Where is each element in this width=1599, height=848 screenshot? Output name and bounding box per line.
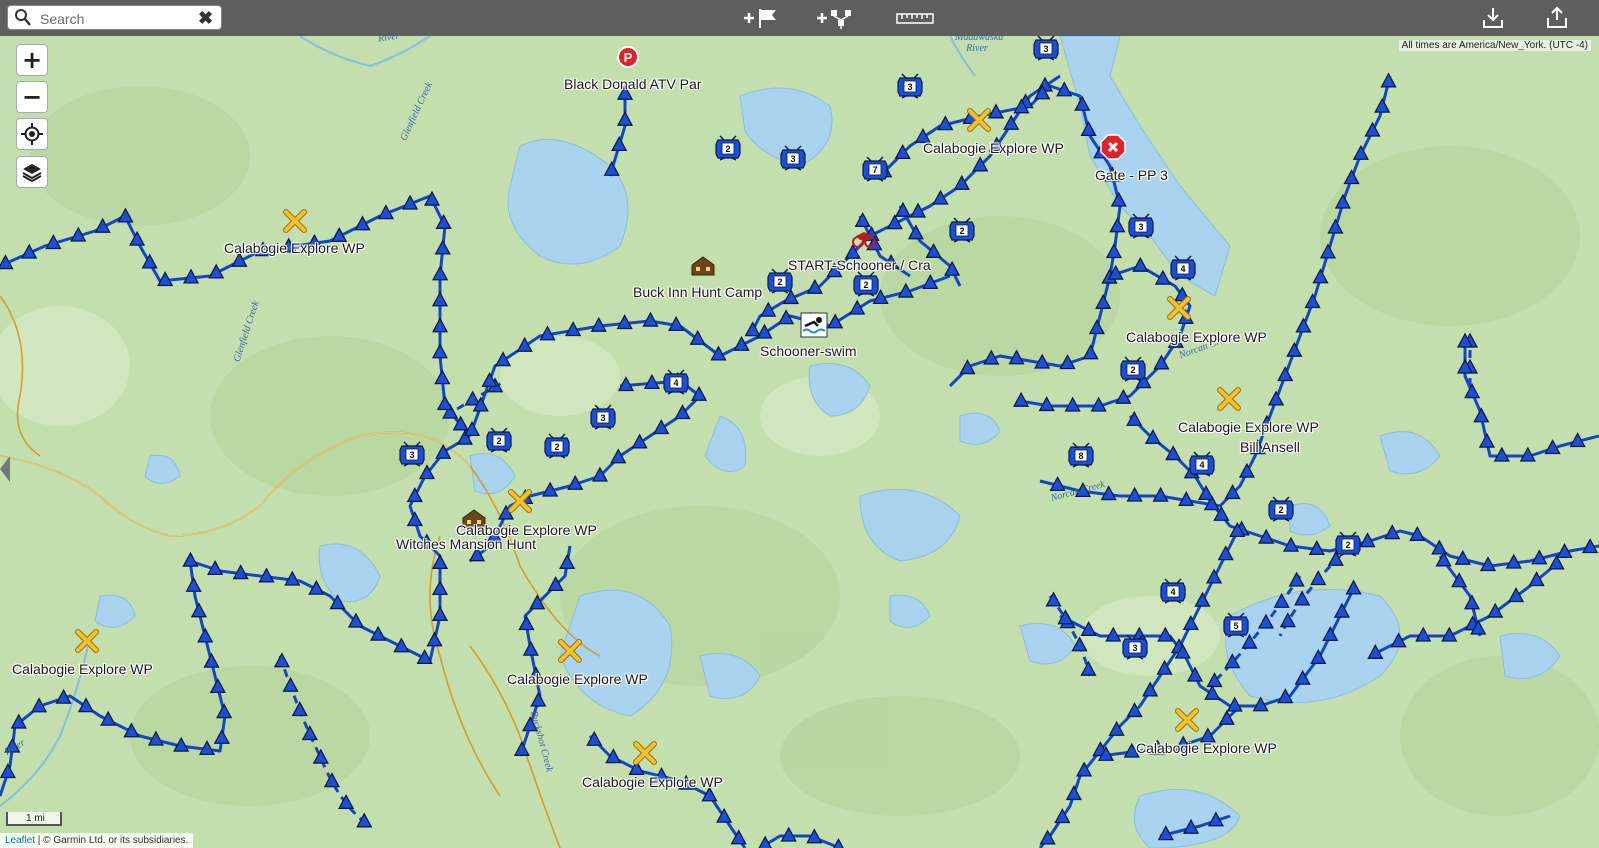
marker-cluster-badge[interactable]: 2: [946, 216, 978, 244]
marker-cluster-badge[interactable]: 2: [1117, 355, 1149, 383]
svg-text:2: 2: [777, 277, 782, 287]
svg-text:3: 3: [790, 154, 795, 164]
svg-text:3: 3: [1138, 222, 1143, 232]
download-icon[interactable]: [1482, 6, 1504, 30]
marker-cluster-badge[interactable]: 3: [1125, 212, 1157, 240]
svg-text:4: 4: [1180, 264, 1185, 274]
zoom-in-button[interactable]: +: [16, 44, 48, 76]
svg-text:2: 2: [959, 226, 964, 236]
share-icon[interactable]: [1546, 6, 1568, 30]
locate-icon: [21, 123, 43, 145]
svg-text:3: 3: [907, 82, 912, 92]
svg-text:2: 2: [554, 442, 559, 452]
explore-waypoint-icon[interactable]: [74, 628, 100, 654]
marker-cluster-badge[interactable]: 2: [850, 270, 882, 298]
svg-text:2: 2: [725, 144, 730, 154]
explore-waypoint-icon[interactable]: [507, 488, 533, 514]
svg-text:7: 7: [872, 165, 877, 175]
marker-cluster-badge[interactable]: 4: [1186, 450, 1218, 478]
svg-text:5: 5: [1233, 621, 1238, 631]
marker-cluster-badge[interactable]: 4: [1167, 254, 1199, 282]
marker-cluster-badge[interactable]: 3: [894, 72, 926, 100]
marker-cluster-badge[interactable]: 3: [1119, 633, 1151, 661]
gate-closed-icon[interactable]: [1100, 134, 1126, 160]
marker-cluster-badge[interactable]: 4: [660, 368, 692, 396]
svg-text:3: 3: [409, 450, 414, 460]
marker-cluster-badge[interactable]: 2: [483, 426, 515, 454]
svg-text:8: 8: [1078, 451, 1083, 461]
explore-waypoint-icon[interactable]: [1174, 707, 1200, 733]
marker-cluster-badge[interactable]: 3: [1030, 36, 1062, 62]
map-canvas[interactable]: + − All times are America/New_York. (UTC…: [0, 36, 1599, 848]
zoom-out-button[interactable]: −: [16, 81, 48, 113]
explore-waypoint-icon[interactable]: [1166, 295, 1192, 321]
locate-button[interactable]: [16, 118, 48, 150]
marker-cluster-badge[interactable]: 2: [712, 134, 744, 162]
timezone-note: All times are America/New_York. (UTC -4): [1398, 40, 1591, 51]
explore-waypoint-icon[interactable]: [1216, 386, 1242, 412]
svg-text:3: 3: [1043, 44, 1048, 54]
marker-cluster-badge[interactable]: 2: [764, 267, 796, 295]
hunt-camp-icon[interactable]: [690, 255, 716, 277]
marker-cluster-badge[interactable]: 4: [1157, 577, 1189, 605]
explore-waypoint-icon[interactable]: [966, 107, 992, 133]
svg-text:4: 4: [1199, 460, 1204, 470]
svg-text:2: 2: [1130, 365, 1135, 375]
svg-text:3: 3: [600, 413, 605, 423]
add-flag-icon[interactable]: [742, 7, 782, 29]
clear-search-icon[interactable]: ✖: [198, 6, 213, 30]
marker-cluster-badge[interactable]: 2: [1332, 530, 1364, 558]
top-toolbar: ✖: [0, 0, 1599, 36]
svg-text:P: P: [624, 50, 633, 65]
marker-cluster-badge[interactable]: 7: [859, 155, 891, 183]
svg-text:2: 2: [1345, 540, 1350, 550]
marker-cluster-badge[interactable]: 3: [587, 403, 619, 431]
ruler-icon[interactable]: [896, 7, 934, 29]
hunt-camp-icon[interactable]: [461, 508, 487, 530]
leaflet-link[interactable]: Leaflet: [5, 835, 35, 846]
attribution: Leaflet | © Garmin Ltd. or its subsidiar…: [0, 833, 194, 848]
svg-text:4: 4: [673, 378, 678, 388]
explore-waypoint-icon[interactable]: [557, 638, 583, 664]
marker-cluster-badge[interactable]: 5: [1220, 611, 1252, 639]
explore-waypoint-icon[interactable]: [632, 740, 658, 766]
svg-text:2: 2: [496, 436, 501, 446]
layers-button[interactable]: [16, 156, 48, 188]
explore-waypoint-icon[interactable]: [282, 208, 308, 234]
marker-cluster-badge[interactable]: 8: [1065, 441, 1097, 469]
marker-cluster-badge[interactable]: 3: [777, 144, 809, 172]
scale-bar: 1 mi: [6, 812, 62, 826]
attribution-text: | © Garmin Ltd. or its subsidiaries.: [35, 835, 189, 846]
marker-cluster-badge[interactable]: 2: [1265, 495, 1297, 523]
atv-icon[interactable]: [852, 226, 876, 248]
search-icon: [15, 9, 31, 26]
river-label: Madawaska River: [955, 36, 1004, 54]
swim-icon[interactable]: [800, 312, 828, 338]
svg-text:2: 2: [863, 280, 868, 290]
add-route-icon[interactable]: [815, 7, 861, 29]
parking-icon[interactable]: P: [617, 46, 639, 74]
marker-cluster-badge[interactable]: 3: [396, 440, 428, 468]
svg-text:4: 4: [1170, 587, 1175, 597]
svg-text:2: 2: [1278, 505, 1283, 515]
marker-cluster-badge[interactable]: 2: [541, 432, 573, 460]
search-input[interactable]: [38, 9, 202, 29]
search-box[interactable]: ✖: [7, 5, 222, 30]
layers-icon: [22, 164, 42, 182]
svg-text:3: 3: [1132, 643, 1137, 653]
